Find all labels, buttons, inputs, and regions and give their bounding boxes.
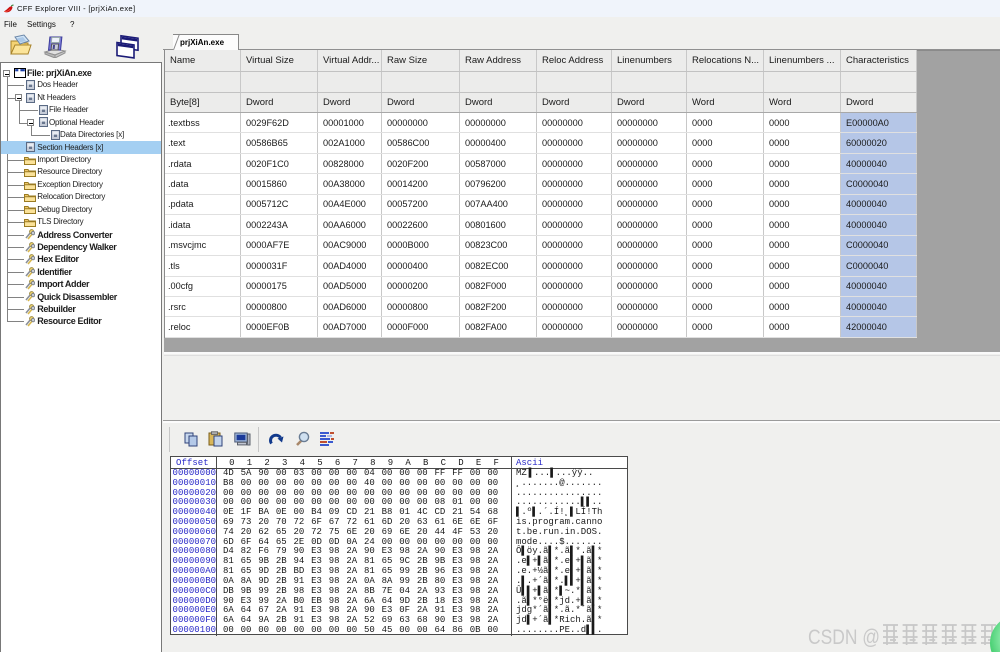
svg-text:CSDN @: CSDN @: [808, 625, 880, 649]
